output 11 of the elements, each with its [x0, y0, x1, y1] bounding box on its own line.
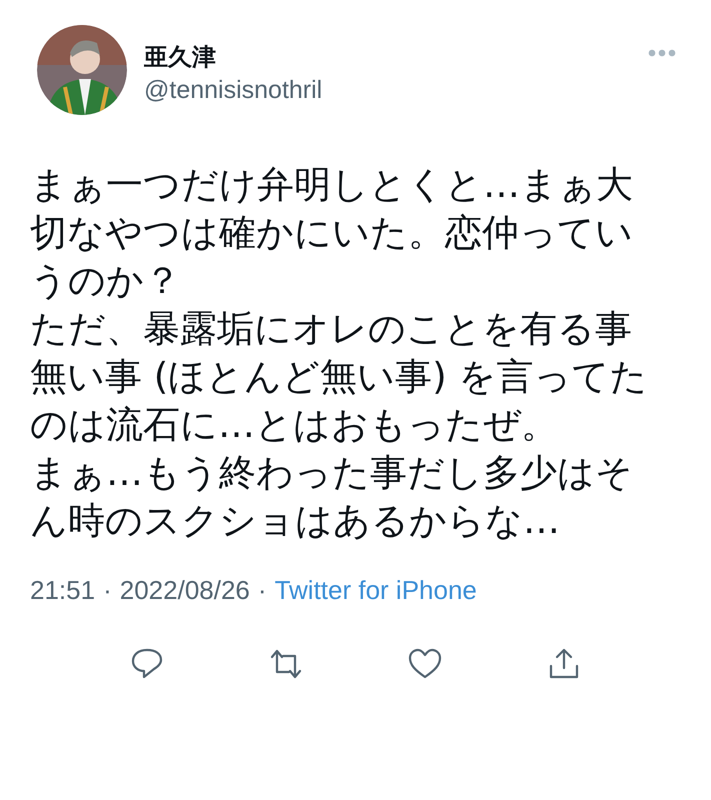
user-handle: @tennisisnothril [144, 75, 322, 106]
source-link[interactable]: Twitter for iPhone [274, 575, 477, 605]
tweet-text: まぁ一つだけ弁明しとくと…まぁ大切なやつは確かにいた。恋仲っていうのか？ [30, 162, 634, 304]
separator: · [258, 575, 267, 605]
tweet-text: ただ、暴露垢にオレのことを有る事無い事 (ほとんど無い事) を言ってたのは流石に…とはおもったぜ。 [30, 306, 648, 448]
tweet-time: 21:51 [30, 575, 96, 605]
display-name: 亜久津 [144, 42, 217, 73]
tweet-date: 2022/08/26 [120, 575, 250, 605]
avatar[interactable] [37, 25, 127, 115]
separator: · [103, 575, 112, 605]
tweet-text: まぁ…もう終わった事だし多少はそん時のスクショはあるからな… [30, 450, 634, 544]
